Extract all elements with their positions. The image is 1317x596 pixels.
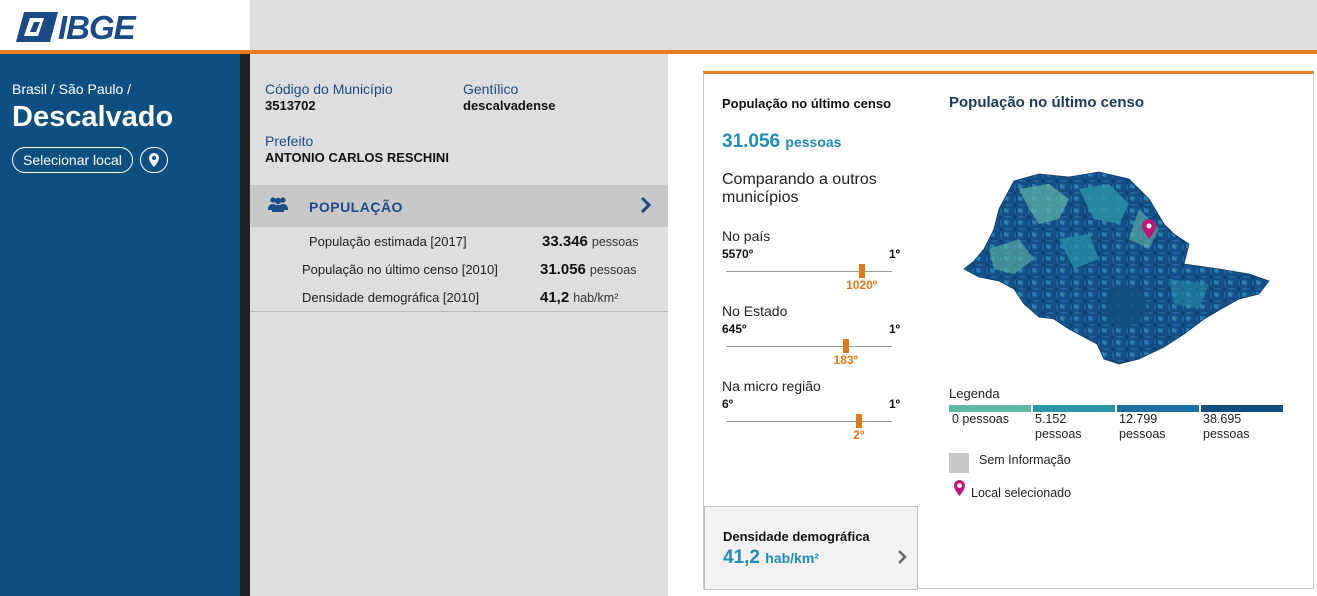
legend-label-line: 12.799 xyxy=(1119,412,1158,426)
density-value: 41,2 hab/km² xyxy=(723,547,819,569)
location-pin-button[interactable] xyxy=(140,147,168,173)
populacao-title: POPULAÇÃO xyxy=(309,199,403,215)
page-title: Descalvado xyxy=(12,101,174,133)
ranking-value: 2º xyxy=(853,428,865,442)
legend-title: Legenda xyxy=(949,386,1000,401)
density-label: Densidade demográfica xyxy=(723,529,870,544)
legend-label: 38.695 pessoas xyxy=(1203,412,1250,442)
ranking-track xyxy=(726,421,892,422)
codigo-value: 3513702 xyxy=(265,98,316,113)
legend-label: 0 pessoas xyxy=(952,412,1009,427)
legend-color-bar xyxy=(1201,405,1283,412)
gentilico-value: descalvadense xyxy=(463,98,556,113)
pop-censo-label: População no último censo xyxy=(722,96,892,111)
ranking-marker xyxy=(842,339,849,353)
legend-color-bar xyxy=(1117,405,1199,412)
value-number: 41,2 xyxy=(723,547,760,568)
ibge-logo[interactable]: IBGE xyxy=(0,0,250,50)
location-pin-icon xyxy=(954,480,965,496)
ranking-marker xyxy=(855,414,862,428)
value-unit: hab/km² xyxy=(765,550,819,566)
table-row-value: 33.346 pessoas xyxy=(542,233,638,250)
prefeito-value: ANTONIO CARLOS RESCHINI xyxy=(265,150,449,165)
ranking-label: Na micro região xyxy=(722,378,821,394)
chevron-right-icon xyxy=(640,197,652,213)
sidebar-divider xyxy=(240,54,250,596)
sidebar: Brasil / São Paulo / Descalvado Selecion… xyxy=(0,54,240,596)
gentilico-label: Gentílico xyxy=(463,81,519,97)
value-unit: hab/km² xyxy=(573,291,619,305)
ranking-min: 5570º xyxy=(722,247,754,261)
map-title: População no último censo xyxy=(949,94,1145,111)
value-unit: pessoas xyxy=(589,263,637,277)
top-bar: IBGE xyxy=(0,0,1317,50)
value-number: 31.056 xyxy=(722,131,781,152)
map-regions xyxy=(964,172,1269,364)
ranking-label: No país xyxy=(722,228,771,244)
legend-label-line: 38.695 xyxy=(1203,412,1242,426)
legend-label-line: pessoas xyxy=(1035,427,1082,441)
value-number: 31.056 xyxy=(540,261,586,278)
table-row-value: 31.056 pessoas xyxy=(540,261,636,278)
people-icon xyxy=(268,197,288,212)
density-card[interactable]: Densidade demográfica 41,2 hab/km² xyxy=(704,506,918,590)
select-location-button[interactable]: Selecionar local xyxy=(12,147,133,173)
table-divider xyxy=(250,311,668,312)
prefeito-label: Prefeito xyxy=(265,133,314,149)
legend-color-bar xyxy=(949,405,1031,412)
ranking-track xyxy=(726,271,892,272)
value-number: 41,2 xyxy=(540,289,570,306)
populacao-table: População estimada [2017] 33.346 pessoas … xyxy=(250,227,668,311)
value-unit: pessoas xyxy=(785,134,842,150)
ranking-min: 645º xyxy=(722,322,747,336)
legend-label: 12.799 pessoas xyxy=(1119,412,1166,442)
no-info-swatch xyxy=(949,453,969,473)
ibge-logo-mark xyxy=(16,12,58,42)
sao-paulo-state-map[interactable] xyxy=(959,169,1274,369)
ranking-value: 183º xyxy=(833,353,858,367)
ranking-max: 1º xyxy=(889,322,901,336)
ranking-max: 1º xyxy=(889,397,901,411)
populacao-section-header[interactable]: POPULAÇÃO xyxy=(250,185,668,227)
table-row-label: Densidade demográfica [2010] xyxy=(302,290,480,305)
legend-label-line: 0 pessoas xyxy=(952,412,1009,426)
ranking-track xyxy=(726,346,892,347)
pop-censo-value: 31.056 pessoas xyxy=(722,131,841,153)
compare-title: Comparando a outros municípios xyxy=(722,171,877,206)
breadcrumb[interactable]: Brasil / São Paulo / xyxy=(12,81,131,97)
table-row-value: 41,2 hab/km² xyxy=(540,289,618,306)
logo-text: IBGE xyxy=(58,9,136,46)
ranking-marker xyxy=(858,264,865,278)
detail-panel: População no último censo 31.056 pessoas… xyxy=(703,71,1314,590)
value-number: 33.346 xyxy=(542,233,588,250)
table-row-label: População no último censo [2010] xyxy=(302,262,498,277)
municipality-info: Código do Município 3513702 Gentílico de… xyxy=(250,54,668,596)
value-unit: pessoas xyxy=(591,235,639,249)
no-info-label: Sem Informação xyxy=(979,453,1071,467)
chevron-right-icon xyxy=(898,550,907,564)
codigo-label: Código do Município xyxy=(265,81,393,97)
legend-label-line: pessoas xyxy=(1203,427,1250,441)
selected-location-label: Local selecionado xyxy=(971,486,1072,500)
legend-label: 5.152 pessoas xyxy=(1035,412,1082,442)
legend-color-bar xyxy=(1033,405,1115,412)
ranking-min: 6º xyxy=(722,397,734,411)
table-row-label: População estimada [2017] xyxy=(309,234,467,249)
legend-label-line: pessoas xyxy=(1119,427,1166,441)
ranking-value: 1020º xyxy=(846,278,878,292)
legend-label-line: 5.152 xyxy=(1035,412,1067,426)
ranking-max: 1º xyxy=(889,247,901,261)
map-pin-icon xyxy=(149,153,159,167)
ranking-label: No Estado xyxy=(722,303,788,319)
